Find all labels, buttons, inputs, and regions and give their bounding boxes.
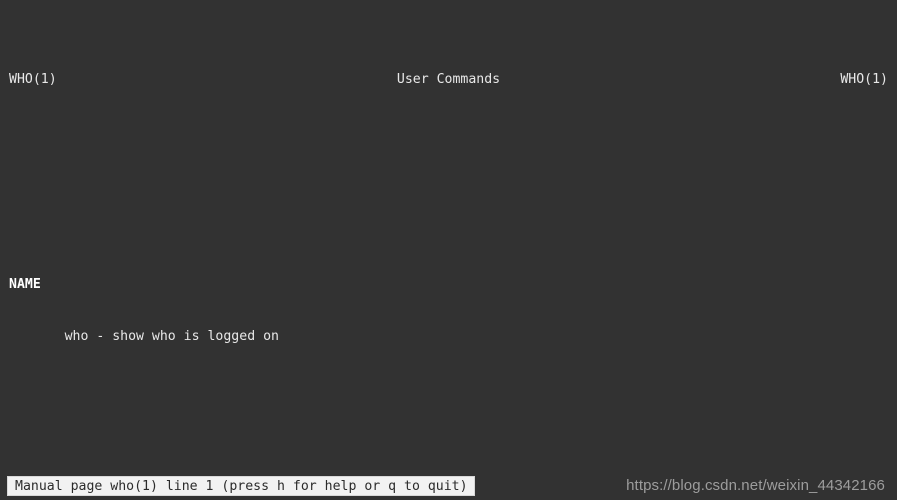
- header-center-title: User Commands: [396, 71, 501, 87]
- pager-status-bar[interactable]: Manual page who(1) line 1 (press h for h…: [7, 476, 475, 496]
- terminal-window[interactable]: WHO(1) User Commands WHO(1) NAME who - s…: [0, 0, 897, 500]
- section-heading-name: NAME: [0, 276, 897, 293]
- header-left-title: WHO(1): [9, 71, 57, 87]
- name-heading-label: NAME: [9, 277, 41, 293]
- name-body-text: who - show who is logged on: [64, 328, 279, 344]
- manpage-content: WHO(1) User Commands WHO(1) NAME who - s…: [0, 0, 897, 500]
- header-right-title: WHO(1): [840, 71, 888, 87]
- manpage-header: WHO(1) User Commands WHO(1): [0, 71, 897, 88]
- name-body-line: who - show who is logged on: [0, 328, 897, 345]
